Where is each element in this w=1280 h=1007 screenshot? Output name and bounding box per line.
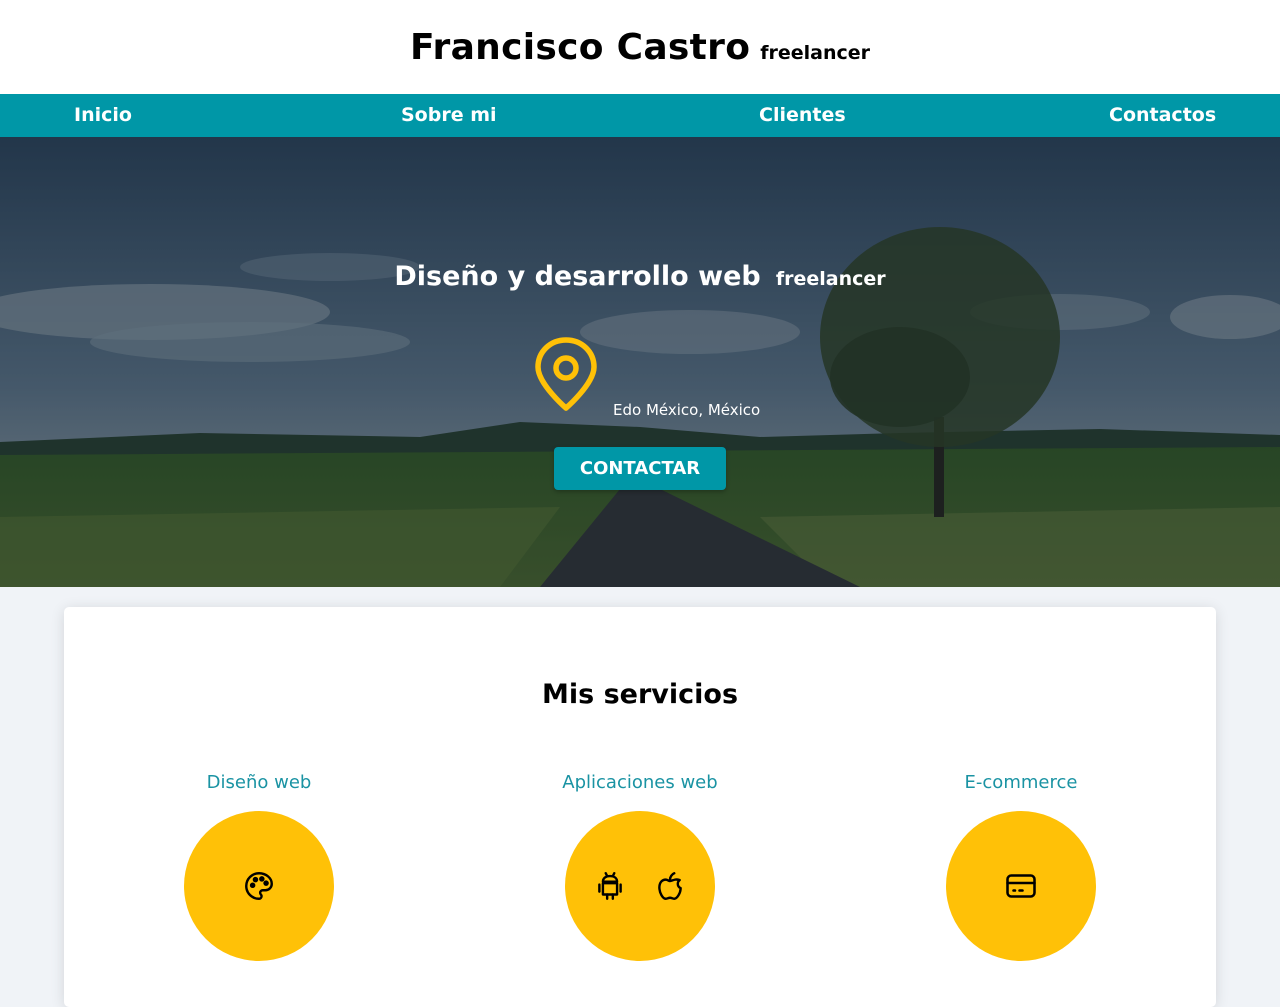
nav-link-inicio[interactable]: Inicio [74, 94, 132, 137]
service-diseno-web[interactable]: Diseño web [109, 771, 409, 961]
service-icon-circle [184, 811, 334, 961]
credit-card-icon [1006, 874, 1036, 898]
services-card: Mis servicios Diseño web Aplicaciones we… [64, 607, 1216, 1007]
location-text: Edo México, México [613, 401, 761, 419]
service-icon-circle [946, 811, 1096, 961]
services-title: Mis servicios [541, 679, 739, 710]
service-aplicaciones-web[interactable]: Aplicaciones web [490, 771, 790, 961]
service-name: E-commerce [964, 772, 1078, 793]
service-e-commerce[interactable]: E-commerce [871, 771, 1171, 961]
main-nav: Inicio Sobre mi Clientes Contactos [0, 94, 1280, 137]
brand-name: Francisco Castro [409, 26, 751, 68]
contact-button[interactable]: CONTACTAR [554, 447, 726, 490]
hero-title-main: Diseño y desarrollo web [394, 261, 761, 292]
nav-link-sobre-mi[interactable]: Sobre mi [401, 94, 497, 137]
palette-icon [245, 872, 273, 900]
nav-link-contactos[interactable]: Contactos [1109, 94, 1216, 137]
brand-tag: freelancer [760, 41, 871, 64]
hero-title: Diseño y desarrollo web freelancer [0, 255, 1280, 293]
brand: Francisco Castro freelancer [410, 27, 870, 68]
service-name: Diseño web [206, 772, 312, 793]
location-pin-icon [535, 337, 597, 411]
hero: Diseño y desarrollo web freelancer Edo M… [0, 137, 1280, 587]
apple-icon [658, 872, 682, 900]
nav-link-clientes[interactable]: Clientes [759, 94, 846, 137]
service-icon-circle [565, 811, 715, 961]
hero-title-tag: freelancer [775, 268, 886, 290]
site-header: Francisco Castro freelancer [0, 0, 1280, 94]
hero-content: Diseño y desarrollo web freelancer Edo M… [0, 137, 1280, 587]
android-icon [598, 872, 622, 900]
service-name: Aplicaciones web [562, 772, 718, 793]
